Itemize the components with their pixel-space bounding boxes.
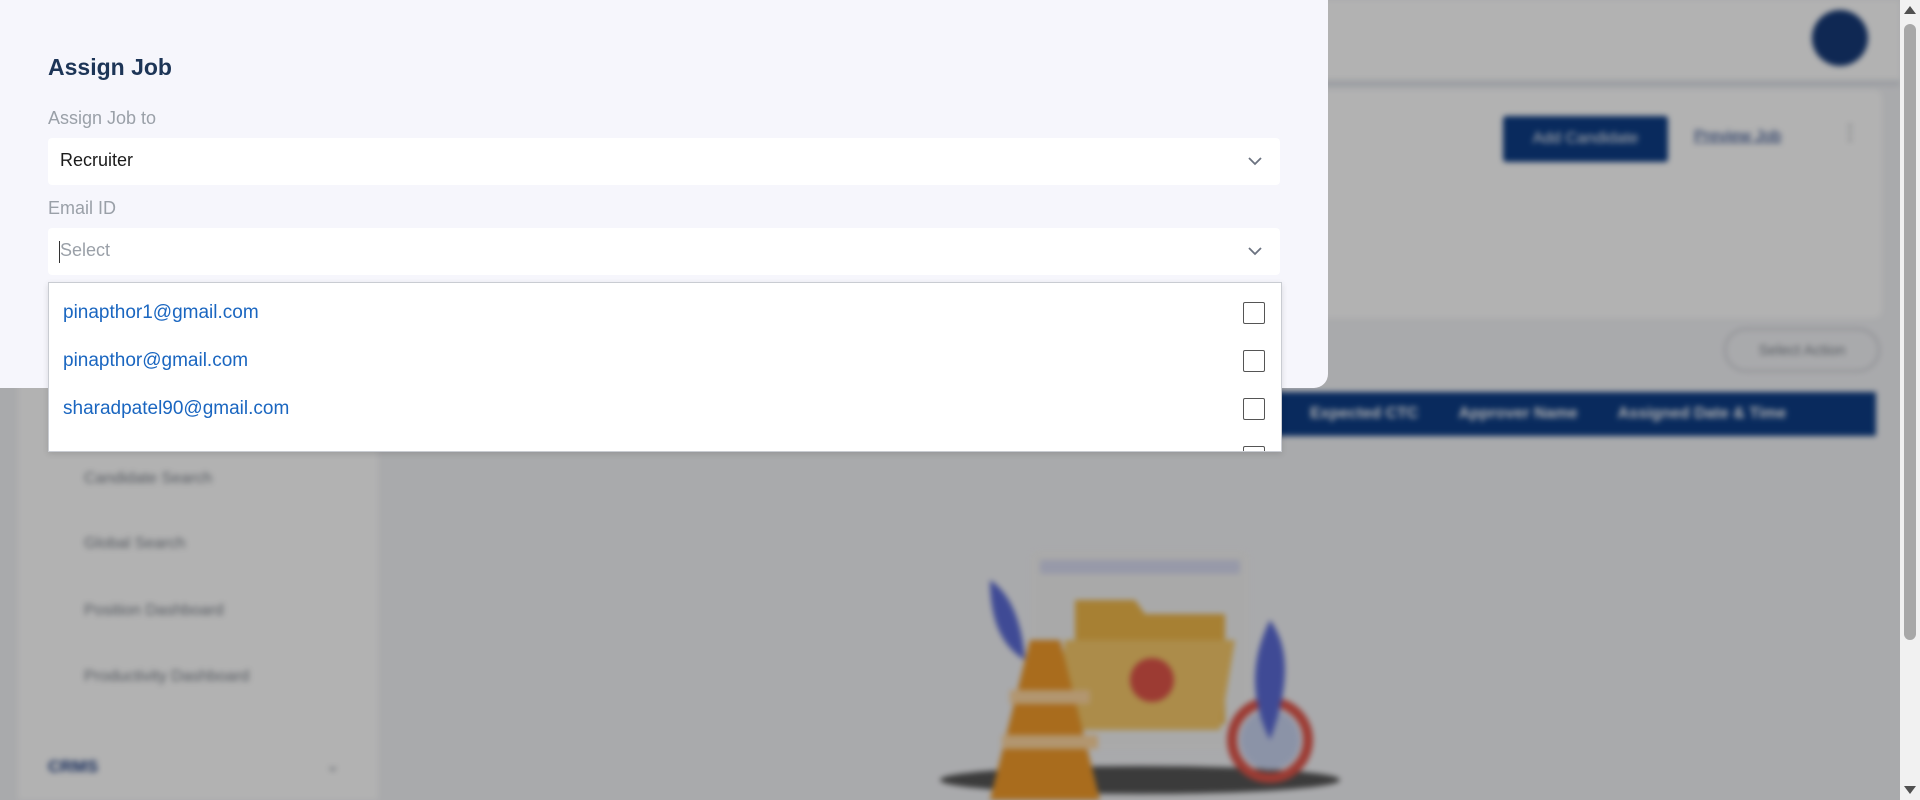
assign-job-modal: Assign Job Assign Job to Recruiter Email…: [0, 0, 1328, 452]
dropdown-option[interactable]: sharadpatel90@gmail.com: [49, 385, 1281, 433]
dropdown-option[interactable]: pinapthor1@gmail.com: [49, 289, 1281, 337]
option-checkbox[interactable]: [1243, 398, 1265, 420]
assign-job-to-value: Recruiter: [60, 150, 134, 170]
option-email[interactable]: sharadpatel90@gmail.com: [63, 398, 289, 420]
scroll-up-arrow-icon[interactable]: [1904, 6, 1916, 14]
scrollbar-thumb[interactable]: [1904, 24, 1916, 640]
assign-job-to-select[interactable]: Recruiter: [48, 138, 1280, 185]
email-options-dropdown[interactable]: pinapthor1@gmail.com pinapthor@gmail.com…: [48, 282, 1282, 452]
option-checkbox[interactable]: [1243, 446, 1265, 451]
chevron-down-icon[interactable]: [1246, 240, 1264, 262]
email-id-label: Email ID: [48, 198, 117, 218]
modal-title: Assign Job: [48, 54, 172, 80]
email-id-select[interactable]: Select: [48, 228, 1280, 275]
email-id-placeholder: Select: [60, 240, 111, 260]
option-checkbox[interactable]: [1243, 350, 1265, 372]
assign-job-to-label: Assign Job to: [48, 108, 157, 128]
dropdown-option[interactable]: [49, 433, 1281, 451]
page-scrollbar[interactable]: [1900, 0, 1920, 800]
option-checkbox[interactable]: [1243, 302, 1265, 324]
scroll-down-arrow-icon[interactable]: [1904, 786, 1916, 794]
option-email[interactable]: pinapthor@gmail.com: [63, 350, 248, 372]
dropdown-option[interactable]: pinapthor@gmail.com: [49, 337, 1281, 385]
option-email[interactable]: pinapthor1@gmail.com: [63, 302, 259, 324]
chevron-down-icon[interactable]: [1246, 150, 1264, 172]
